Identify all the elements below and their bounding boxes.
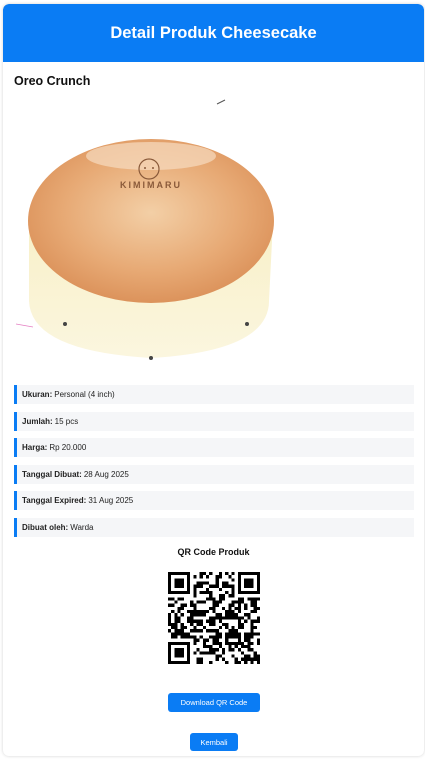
detail-row-tanggal-dibuat: Tanggal Dibuat: 28 Aug 2025 bbox=[14, 464, 414, 484]
back-button[interactable]: Kembali bbox=[190, 733, 238, 751]
page-title: Detail Produk Cheesecake bbox=[110, 23, 317, 42]
detail-value: 31 Aug 2025 bbox=[88, 496, 134, 505]
svg-text:KIMIMARU: KIMIMARU bbox=[120, 180, 182, 190]
product-name: Oreo Crunch bbox=[14, 74, 91, 88]
detail-value: 15 pcs bbox=[54, 416, 79, 426]
detail-label: Harga: bbox=[22, 443, 48, 452]
detail-label: Dibuat oleh: bbox=[22, 522, 69, 532]
detail-row-harga: Harga: Rp 20.000 bbox=[14, 438, 414, 457]
detail-value: 28 Aug 2025 bbox=[83, 469, 129, 479]
detail-row-ukuran: Ukuran: Personal (4 inch) bbox=[14, 385, 414, 404]
qr-title: QR Code Produk bbox=[177, 547, 250, 557]
detail-list: Ukuran: Personal (4 inch) Jumlah: 15 pcs… bbox=[14, 385, 414, 544]
detail-value: Rp 20.000 bbox=[49, 443, 87, 452]
detail-row-dibuat-oleh: Dibuat oleh: Warda bbox=[14, 517, 414, 537]
detail-label: Ukuran: bbox=[22, 390, 53, 399]
detail-label: Tanggal Dibuat: bbox=[22, 469, 82, 479]
qr-code-icon bbox=[168, 572, 260, 664]
detail-value: Personal (4 inch) bbox=[54, 390, 115, 399]
product-image: KIMIMARU bbox=[15, 99, 274, 360]
detail-label: Tanggal Expired: bbox=[22, 496, 87, 505]
detail-row-jumlah: Jumlah: 15 pcs bbox=[14, 411, 414, 431]
detail-value: Warda bbox=[70, 522, 94, 532]
download-qr-button[interactable]: Download QR Code bbox=[168, 693, 260, 712]
detail-row-tanggal-expired: Tanggal Expired: 31 Aug 2025 bbox=[14, 491, 414, 510]
product-detail-card: Detail Produk Cheesecake Oreo Crunch KIM… bbox=[3, 4, 424, 756]
page-header: Detail Produk Cheesecake bbox=[3, 4, 424, 62]
detail-label: Jumlah: bbox=[22, 416, 53, 426]
